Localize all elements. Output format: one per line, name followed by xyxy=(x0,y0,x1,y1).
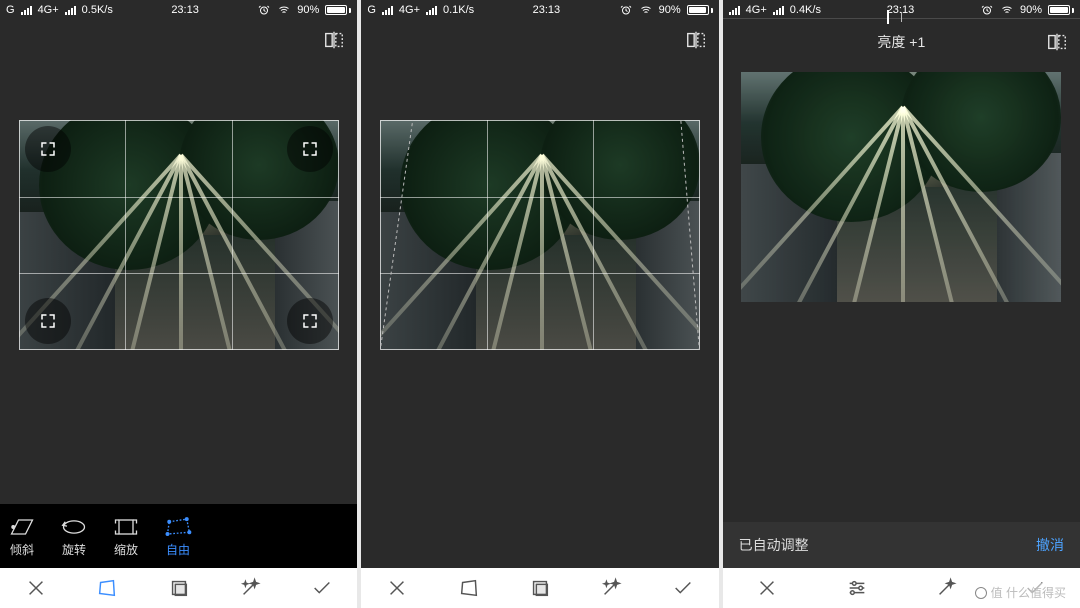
magic-wand-icon[interactable] xyxy=(935,577,957,599)
mirror-flip-icon[interactable] xyxy=(323,29,345,51)
data-bars-icon xyxy=(65,6,76,15)
network-mode: 4G+ xyxy=(399,4,420,16)
edit-canvas[interactable] xyxy=(361,60,718,608)
battery-percent: 90% xyxy=(1020,4,1042,16)
battery-percent: 90% xyxy=(297,4,319,16)
alarm-icon xyxy=(619,4,633,16)
data-speed: 0.4K/s xyxy=(790,4,821,16)
screenshot-panel-3: 4G+ 0.4K/s 23:13 90% 亮度 +1 xyxy=(723,0,1080,608)
carrier-label: G xyxy=(6,4,15,16)
bottom-action-bar xyxy=(361,568,718,608)
undo-button[interactable]: 撤消 xyxy=(1036,535,1064,555)
wifi-icon xyxy=(639,4,653,16)
transform-mode-toolbar: 倾斜 旋转 缩放 自由 xyxy=(0,504,357,568)
expand-handle-bl[interactable] xyxy=(25,298,71,344)
editor-top-bar xyxy=(0,20,357,60)
confirm-check-icon[interactable] xyxy=(311,577,333,599)
carrier-label: G xyxy=(367,4,376,16)
editor-top-bar xyxy=(361,20,718,60)
transform-tilt-label: 倾斜 xyxy=(10,541,34,558)
mirror-flip-icon[interactable] xyxy=(685,29,707,51)
data-speed: 0.5K/s xyxy=(82,4,113,16)
transform-rotate-label: 旋转 xyxy=(62,541,86,558)
transform-scale-label: 缩放 xyxy=(114,541,138,558)
screenshot-panel-2: G 4G+ 0.1K/s 23:13 90% xyxy=(361,0,718,608)
alarm-icon xyxy=(257,4,271,16)
clock: 23:13 xyxy=(171,4,199,16)
data-bars-icon xyxy=(773,6,784,15)
watermark: 值 什么值得买 xyxy=(969,583,1072,602)
wifi-icon xyxy=(277,4,291,16)
expand-handle-tr[interactable] xyxy=(287,126,333,172)
watermark-text: 值 什么值得买 xyxy=(991,584,1066,601)
magic-wand-icon[interactable] xyxy=(239,577,261,599)
battery-percent: 90% xyxy=(659,4,681,16)
alarm-icon xyxy=(980,4,994,16)
photo-frame[interactable] xyxy=(741,72,1061,302)
wifi-icon xyxy=(1000,4,1014,16)
slider-center-tick xyxy=(901,12,902,22)
expand-handle-tl[interactable] xyxy=(25,126,71,172)
tilt-icon xyxy=(8,515,36,539)
network-mode: 4G+ xyxy=(746,4,767,16)
clock: 23:13 xyxy=(533,4,561,16)
rotate-icon xyxy=(60,515,88,539)
adjust-sliders-icon[interactable] xyxy=(846,577,868,599)
auto-adjust-bar: 已自动调整 撤消 xyxy=(723,522,1080,568)
bottom-action-bar xyxy=(0,568,357,608)
transform-tilt-button[interactable]: 倾斜 xyxy=(8,515,36,558)
confirm-check-icon[interactable] xyxy=(672,577,694,599)
transform-free-button[interactable]: 自由 xyxy=(164,515,192,558)
battery-icon xyxy=(325,5,351,15)
perspective-crop-icon[interactable] xyxy=(96,577,118,599)
perspective-outline[interactable] xyxy=(380,120,700,350)
status-bar: G 4G+ 0.5K/s 23:13 90% xyxy=(0,0,357,20)
transform-scale-button[interactable]: 缩放 xyxy=(112,515,140,558)
status-bar: G 4G+ 0.1K/s 23:13 90% xyxy=(361,0,718,20)
screenshot-panel-1: G 4G+ 0.5K/s 23:13 90% xyxy=(0,0,357,608)
transform-rotate-button[interactable]: 旋转 xyxy=(60,515,88,558)
expand-handle-br[interactable] xyxy=(287,298,333,344)
perspective-crop-icon[interactable] xyxy=(458,577,480,599)
close-icon[interactable] xyxy=(25,577,47,599)
battery-icon xyxy=(1048,5,1074,15)
watermark-icon xyxy=(975,587,987,599)
scale-icon xyxy=(112,515,140,539)
signal-bars-icon xyxy=(729,6,740,15)
close-icon[interactable] xyxy=(756,577,778,599)
magic-wand-icon[interactable] xyxy=(600,577,622,599)
data-speed: 0.1K/s xyxy=(443,4,474,16)
photo-frame[interactable] xyxy=(19,120,339,350)
brightness-value-label: 亮度 +1 xyxy=(877,32,925,52)
battery-icon xyxy=(687,5,713,15)
network-mode: 4G+ xyxy=(38,4,59,16)
signal-bars-icon xyxy=(21,6,32,15)
signal-bars-icon xyxy=(382,6,393,15)
free-transform-icon xyxy=(164,515,192,539)
data-bars-icon xyxy=(426,6,437,15)
editor-top-bar: 亮度 +1 xyxy=(723,22,1080,62)
photo-frame[interactable] xyxy=(380,120,700,350)
transform-free-label: 自由 xyxy=(166,541,190,558)
mirror-flip-icon[interactable] xyxy=(1046,31,1068,53)
close-icon[interactable] xyxy=(386,577,408,599)
auto-adjust-message: 已自动调整 xyxy=(739,535,809,555)
crop-icon[interactable] xyxy=(529,577,551,599)
crop-icon[interactable] xyxy=(168,577,190,599)
